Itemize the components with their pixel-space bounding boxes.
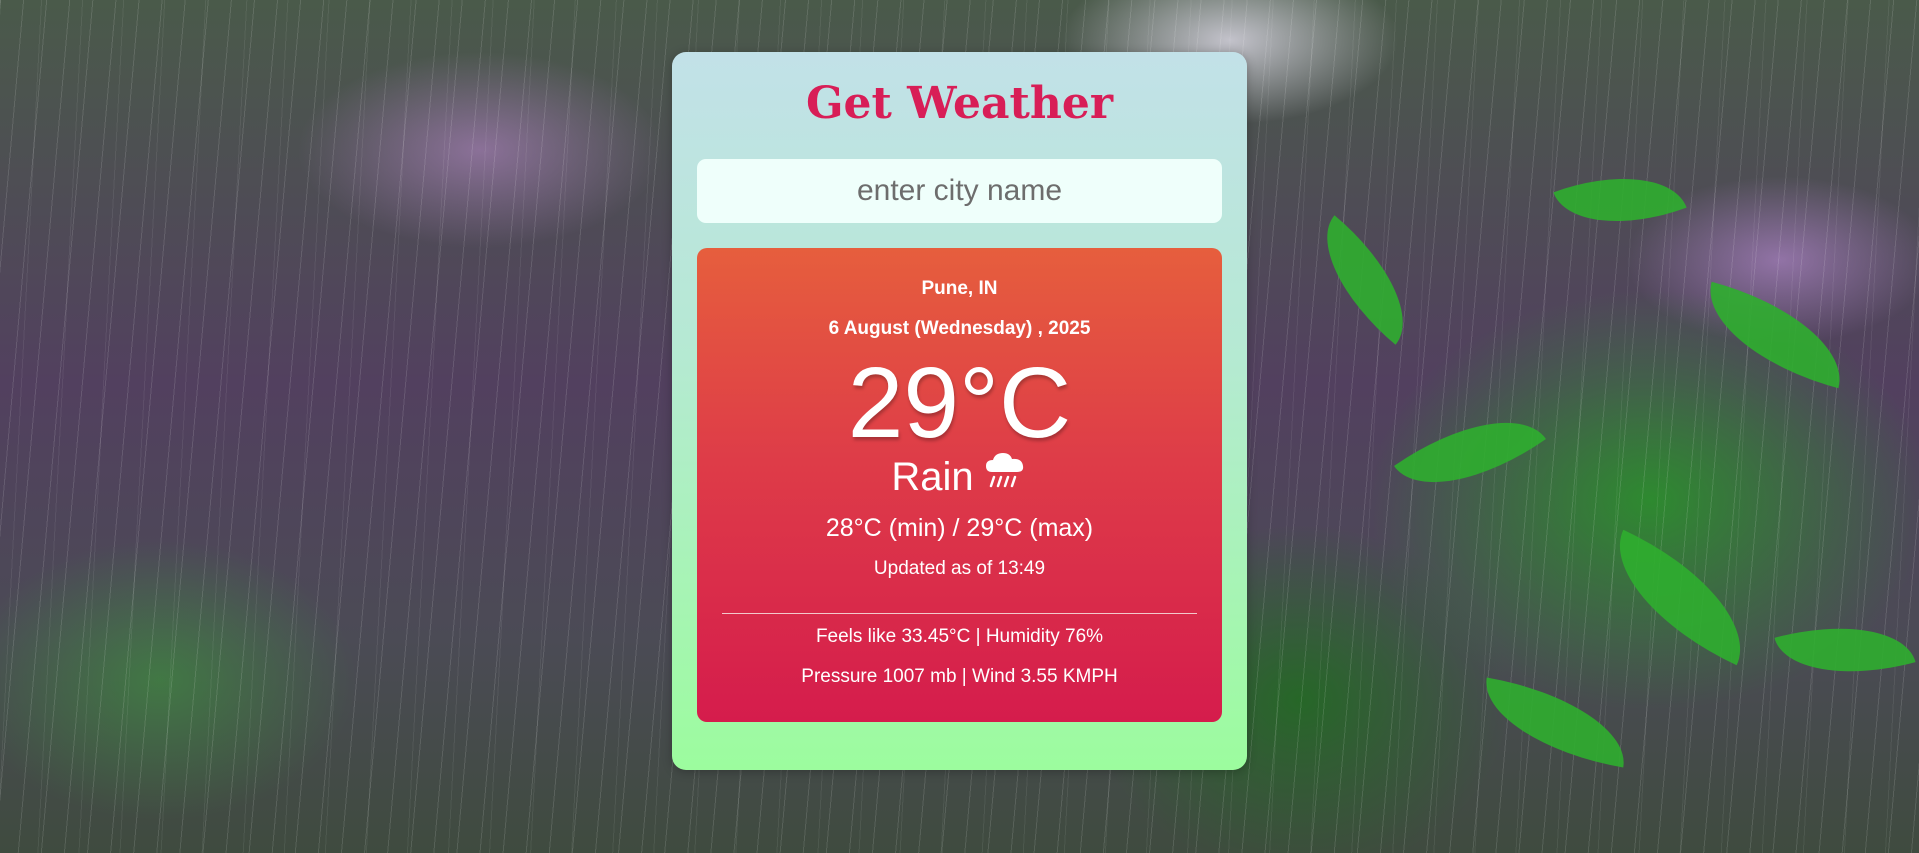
condition-label: Rain: [891, 455, 974, 499]
rain-cloud-icon: [982, 448, 1028, 506]
weather-result-panel: Pune, IN 6 August (Wednesday) , 2025 29°…: [697, 248, 1222, 722]
background-leaf: [1591, 529, 1769, 666]
condition-row: Rain: [697, 448, 1222, 506]
updated-time: Updated as of 13:49: [873, 558, 1046, 579]
min-max-temperature: 28°C (min) / 29°C (max): [825, 514, 1094, 542]
background-leaf: [1475, 677, 1635, 768]
background-leaf: [1295, 215, 1435, 345]
divider: [722, 613, 1197, 614]
pressure-wind: Pressure 1007 mb | Wind 3.55 KMPH: [801, 666, 1118, 687]
background-leaf: [1553, 151, 1687, 249]
city-search-input[interactable]: [697, 159, 1222, 223]
temperature-value: 29°C: [847, 347, 1072, 459]
app-title: Get Weather: [805, 78, 1114, 129]
background-leaf: [1394, 385, 1546, 520]
background-leaf: [1774, 604, 1916, 696]
weather-card: Get Weather Pune, IN 6 August (Wednesday…: [672, 52, 1247, 770]
feels-like-humidity: Feels like 33.45°C | Humidity 76%: [815, 626, 1104, 647]
date-label: 6 August (Wednesday) , 2025: [828, 318, 1091, 339]
background-leaf: [1693, 281, 1857, 389]
location-label: Pune, IN: [921, 278, 998, 299]
